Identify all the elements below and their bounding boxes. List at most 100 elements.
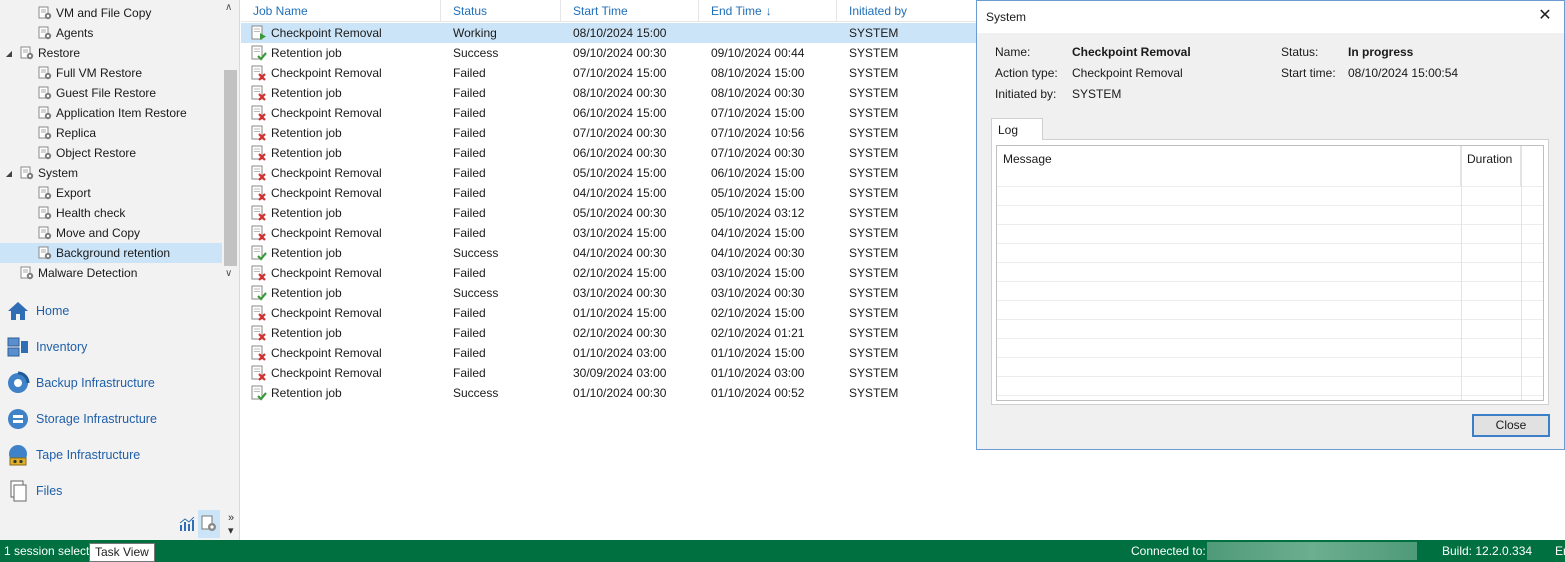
failed-status-icon <box>251 205 267 221</box>
table-row[interactable]: Retention job Failed 07/10/2024 00:30 07/10… <box>241 123 981 143</box>
column-header[interactable]: Initiated by <box>837 0 981 22</box>
status-cell: Failed <box>453 66 486 80</box>
table-row[interactable]: Retention job Success 04/10/2024 00:30 04/1… <box>241 243 981 263</box>
tree-item-label: Move and Copy <box>56 226 141 240</box>
job-name-cell: Checkpoint Removal <box>251 303 382 323</box>
session-node-icon <box>38 246 52 260</box>
job-name-cell: Checkpoint Removal <box>251 163 382 183</box>
tree-item-label: Export <box>56 186 91 200</box>
initiated-by-cell: SYSTEM <box>849 146 899 160</box>
home-icon <box>6 299 30 323</box>
job-name: Checkpoint Removal <box>271 266 382 280</box>
duration-column-header[interactable]: Duration <box>1461 146 1521 186</box>
message-column-header[interactable]: Message <box>997 146 1461 186</box>
tree-item[interactable]: Move and Copy <box>0 223 222 243</box>
job-name: Checkpoint Removal <box>271 26 382 40</box>
tree-item[interactable]: ◢ System <box>0 163 222 183</box>
nav-item-label: Files <box>36 484 63 498</box>
table-row[interactable]: Checkpoint Removal Failed 01/10/2024 03:00… <box>241 343 981 363</box>
table-row[interactable]: Retention job Failed 06/10/2024 00:30 07/10… <box>241 143 981 163</box>
job-name-cell: Retention job <box>251 123 342 143</box>
close-button[interactable]: Close <box>1472 414 1550 437</box>
tree-scrollbar[interactable]: ∧ ∨ <box>222 0 239 283</box>
tree-item-label: Object Restore <box>56 146 137 160</box>
tree-item-label: Agents <box>56 26 94 40</box>
table-row[interactable]: Checkpoint Removal Failed 30/09/2024 03:00… <box>241 363 981 383</box>
job-name: Retention job <box>271 326 342 340</box>
initiated-by-cell: SYSTEM <box>849 126 899 140</box>
table-row[interactable]: Checkpoint Removal Failed 02/10/2024 15:00… <box>241 263 981 283</box>
nav-item-backup-infrastructure[interactable]: Backup Infrastructure <box>6 368 234 398</box>
status-cell: Failed <box>453 206 486 220</box>
tree-item-label: Health check <box>56 206 126 220</box>
failed-status-icon <box>251 125 267 141</box>
tree-item[interactable]: Background retention <box>0 243 222 263</box>
end-time-cell: 01/10/2024 15:00 <box>711 346 805 360</box>
expander-icon[interactable]: ◢ <box>4 49 14 58</box>
success-status-icon <box>251 45 267 61</box>
job-name: Checkpoint Removal <box>271 186 382 200</box>
end-time-cell: 05/10/2024 03:12 <box>711 206 805 220</box>
tab-log[interactable]: Log <box>991 118 1043 140</box>
initiated-by-cell: SYSTEM <box>849 26 899 40</box>
scroll-up-arrow-icon[interactable]: ∧ <box>225 2 232 13</box>
close-icon[interactable]: ✕ <box>1536 7 1554 25</box>
nav-item-home[interactable]: Home <box>6 296 234 326</box>
table-row[interactable]: Checkpoint Removal Working 08/10/2024 15:0… <box>241 23 981 43</box>
tree-item[interactable]: Health check <box>0 203 222 223</box>
initiated-by-value: SYSTEM <box>1072 87 1122 101</box>
table-row[interactable]: Retention job Failed 08/10/2024 00:30 08/10… <box>241 83 981 103</box>
column-header[interactable]: Job Name <box>241 0 441 22</box>
expander-icon[interactable]: ◢ <box>4 169 14 178</box>
column-header-label: Status <box>453 4 488 18</box>
initiated-by-cell: SYSTEM <box>849 346 899 360</box>
table-row[interactable]: Checkpoint Removal Failed 07/10/2024 15:00… <box>241 63 981 83</box>
job-name: Retention job <box>271 86 342 100</box>
table-row[interactable]: Checkpoint Removal Failed 05/10/2024 15:00… <box>241 163 981 183</box>
nav-item-storage-infrastructure[interactable]: Storage Infrastructure <box>6 404 234 434</box>
table-row[interactable]: Retention job Success 01/10/2024 00:30 01/1… <box>241 383 981 403</box>
status-cell: Success <box>453 46 499 60</box>
scrollbar-thumb[interactable] <box>224 70 237 266</box>
log-grid: Message Duration <box>996 145 1544 401</box>
end-time-cell: 07/10/2024 10:56 <box>711 126 805 140</box>
nav-item-files[interactable]: Files <box>6 476 234 506</box>
failed-status-icon <box>251 365 267 381</box>
task-view-button[interactable] <box>198 510 220 538</box>
table-row[interactable]: Checkpoint Removal Failed 01/10/2024 15:00… <box>241 303 981 323</box>
table-row[interactable]: Retention job Failed 05/10/2024 00:30 05/10… <box>241 203 981 223</box>
table-row[interactable]: Retention job Failed 02/10/2024 00:30 02/10… <box>241 323 981 343</box>
tree-item[interactable]: Export <box>0 183 222 203</box>
column-header[interactable]: Status <box>441 0 561 22</box>
end-time-cell: 09/10/2024 00:44 <box>711 46 805 60</box>
tree-item[interactable]: Object Restore <box>0 143 222 163</box>
tree-item[interactable]: Full VM Restore <box>0 63 222 83</box>
table-row[interactable]: Checkpoint Removal Failed 03/10/2024 15:00… <box>241 223 981 243</box>
table-row[interactable]: Checkpoint Removal Failed 06/10/2024 15:00… <box>241 103 981 123</box>
nav-item-tape-infrastructure[interactable]: Tape Infrastructure <box>6 440 234 470</box>
tree-item[interactable]: VM and File Copy <box>0 3 222 23</box>
status-cell: Failed <box>453 86 486 100</box>
tree-item[interactable]: Agents <box>0 23 222 43</box>
tree-item[interactable]: Malware Detection <box>0 263 222 283</box>
reports-button[interactable] <box>176 510 198 538</box>
success-status-icon <box>251 285 267 301</box>
column-header[interactable]: End Time ↓ <box>699 0 837 22</box>
end-time-cell: 03/10/2024 15:00 <box>711 266 805 280</box>
tree-item[interactable]: Replica <box>0 123 222 143</box>
nav-item-inventory[interactable]: Inventory <box>6 332 234 362</box>
table-row[interactable]: Checkpoint Removal Failed 04/10/2024 15:00… <box>241 183 981 203</box>
start-time-cell: 07/10/2024 00:30 <box>573 126 667 140</box>
tree-item[interactable]: ◢ Restore <box>0 43 222 63</box>
storage-infrastructure-icon <box>6 407 30 431</box>
tree-item[interactable]: Guest File Restore <box>0 83 222 103</box>
status-cell: Failed <box>453 326 486 340</box>
column-header[interactable]: Start Time <box>561 0 699 22</box>
initiated-by-cell: SYSTEM <box>849 246 899 260</box>
more-options-button[interactable]: » ▾ <box>220 510 242 538</box>
scroll-down-arrow-icon[interactable]: ∨ <box>225 268 232 279</box>
table-row[interactable]: Retention job Success 03/10/2024 00:30 03/1… <box>241 283 981 303</box>
table-row[interactable]: Retention job Success 09/10/2024 00:30 09/1… <box>241 43 981 63</box>
job-name-cell: Checkpoint Removal <box>251 183 382 203</box>
tree-item[interactable]: Application Item Restore <box>0 103 222 123</box>
